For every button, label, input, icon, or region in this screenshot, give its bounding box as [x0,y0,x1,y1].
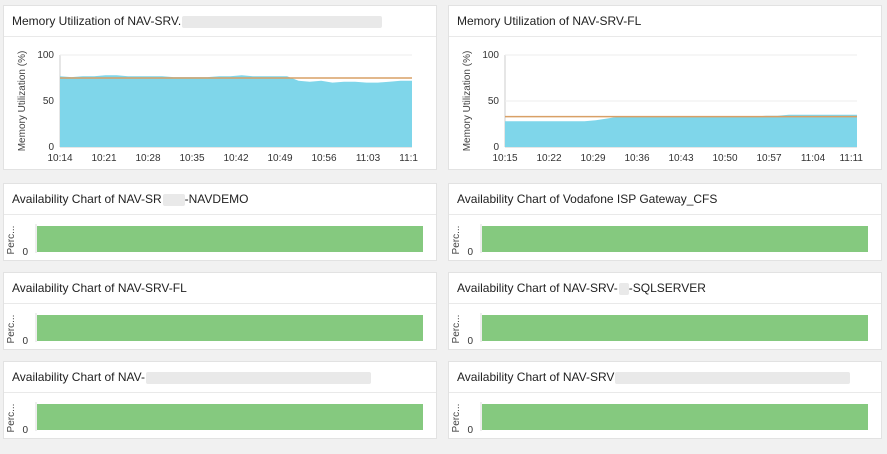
availability-panel-4-title: Availability Chart of NAV-SRV- [457,281,618,295]
availability-chart-3: 0 Perc... [6,313,423,347]
availability-panel-2-header: Availability Chart of Vodafone ISP Gatew… [449,184,881,215]
availability-bar [482,315,868,341]
availability-panel-5-header: Availability Chart of NAV- [4,362,436,393]
y-tick-label: 50 [43,96,55,107]
availability-chart-1: 0 Perc... [6,224,423,258]
x-tick-label: 10:57 [756,153,781,164]
availability-panel-1: Availability Chart of NAV-SR -NAVDEMO 0 Pe… [3,183,437,261]
memory-panel-1: Memory Utilization of NAV-SRV. 100 50 0 Mem… [3,5,437,170]
y-axis-label: Memory Utilization (%) [17,51,28,152]
y-tick-label: 0 [22,247,28,258]
availability-panel-3: Availability Chart of NAV-SRV-FL 0 Perc..… [3,272,437,350]
y-tick-label: 0 [22,336,28,347]
y-axis-label: Memory Utilization (%) [462,51,473,152]
memory-panel-2-header: Memory Utilization of NAV-SRV-FL [449,6,881,37]
x-tick-label: 10:21 [91,153,116,164]
x-tick-label: 11:03 [356,153,381,164]
memory-panel-2-title: Memory Utilization of NAV-SRV-FL [457,14,642,28]
availability-bar [37,315,423,341]
y-tick-label: 0 [467,247,473,258]
availability-panel-5-title: Availability Chart of NAV- [12,370,145,384]
y-axis-label: Perc... [451,404,462,433]
memory-chart-1: 100 50 0 Memory Utilization (%) 10:14 10:21 10… [17,50,418,164]
x-tick-label: 11:04 [801,153,826,164]
y-tick-label: 100 [482,50,499,61]
x-tick-label: 10:22 [536,153,561,164]
redacted-text [615,371,851,384]
availability-panel-4-title-suffix: -SQLSERVER [628,281,706,295]
memory-area-series [60,75,412,147]
availability-panel-1-title-suffix: -NAVDEMO [184,192,249,206]
y-axis-label: Perc... [6,315,17,344]
x-tick-label: 10:36 [624,153,649,164]
y-tick-label: 50 [488,96,500,107]
x-tick-label: 10:56 [311,153,336,164]
x-tick-label: 10:14 [47,153,72,164]
availability-panel-6-title: Availability Chart of NAV-SRV [457,370,615,384]
redacted-text [145,371,371,384]
availability-bar [37,226,423,252]
x-tick-label: 10:49 [267,153,292,164]
availability-panel-4: Availability Chart of NAV-SRV- -SQLSERVER… [448,272,882,350]
x-tick-label: 10:15 [492,153,517,164]
x-tick-label: 10:42 [223,153,248,164]
x-tick-label: 10:50 [712,153,737,164]
availability-chart-2: 0 Perc... [451,224,868,258]
y-tick-label: 0 [22,425,28,436]
availability-panel-6: Availability Chart of NAV-SRV 0 Perc... [448,361,882,439]
y-tick-label: 0 [493,142,499,153]
memory-area-series [505,114,857,147]
x-tick-label: 10:28 [135,153,160,164]
availability-panel-5: Availability Chart of NAV- 0 Perc... [3,361,437,439]
availability-panel-6-header: Availability Chart of NAV-SRV [449,362,881,393]
availability-chart-4: 0 Perc... [451,313,868,347]
availability-chart-6: 0 Perc... [451,402,868,436]
x-tick-label: 10:35 [179,153,204,164]
memory-panel-1-title: Memory Utilization of NAV-SRV. [12,14,182,28]
memory-chart-2: 100 50 0 Memory Utilization (%) 10:15 10:22 10… [462,50,863,164]
availability-chart-5: 0 Perc... [6,402,423,436]
redacted-text [182,15,383,28]
availability-panel-1-title: Availability Chart of NAV-SR [12,192,162,206]
y-tick-label: 0 [48,142,54,153]
memory-panel-1-header: Memory Utilization of NAV-SRV. [4,6,436,37]
y-tick-label: 0 [467,336,473,347]
memory-panel-2: Memory Utilization of NAV-SRV-FL 100 50 0 M… [448,5,882,170]
y-axis-label: Perc... [451,226,462,255]
x-tick-label: 11:11 [839,153,863,164]
availability-panel-4-header: Availability Chart of NAV-SRV- -SQLSERVER [449,273,881,304]
availability-panel-2: Availability Chart of Vodafone ISP Gatew… [448,183,882,261]
availability-bar [482,404,868,430]
y-axis-label: Perc... [6,404,17,433]
availability-panel-2-title: Availability Chart of Vodafone ISP Gatew… [457,192,718,206]
y-tick-label: 100 [37,50,54,61]
availability-panel-1-header: Availability Chart of NAV-SR -NAVDEMO [4,184,436,215]
x-tick-label: 11:1 [399,153,418,164]
y-tick-label: 0 [467,425,473,436]
redacted-text [162,193,185,206]
x-tick-label: 10:43 [668,153,693,164]
redacted-text [618,282,629,295]
y-axis-label: Perc... [6,226,17,255]
x-tick-label: 10:29 [580,153,605,164]
availability-panel-3-header: Availability Chart of NAV-SRV-FL [4,273,436,304]
availability-bar [37,404,423,430]
availability-bar [482,226,868,252]
availability-panel-3-title: Availability Chart of NAV-SRV-FL [12,281,187,295]
y-axis-label: Perc... [451,315,462,344]
